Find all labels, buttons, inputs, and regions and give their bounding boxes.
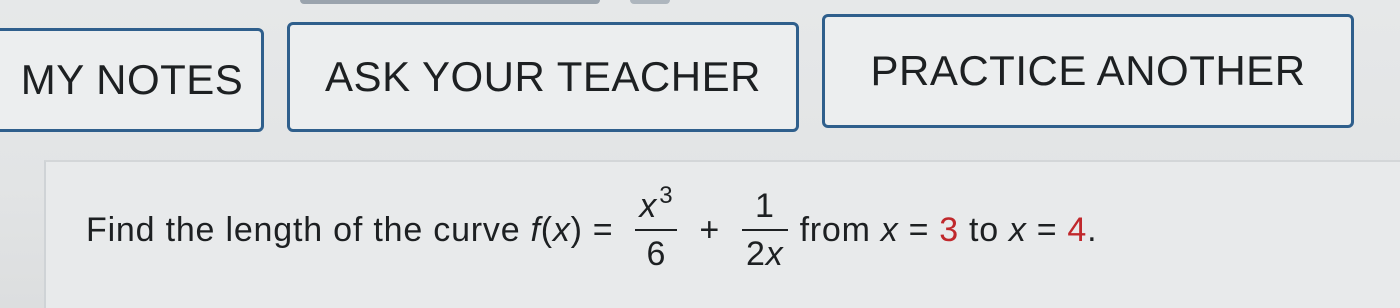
top-edge-strip-secondary [630,0,670,4]
fraction-1-over-2x: 1 2x [742,185,788,276]
to-equals: = [1036,210,1058,249]
from-word: from [799,210,871,249]
equals-sign: = [592,210,614,249]
fraction-bar [742,229,788,231]
numerator-variable: x [639,186,658,225]
question-text: Find the length of the curve f(x) = x3 6… [86,170,1097,290]
function-symbol: f [530,210,541,249]
from-value: 3 [939,210,959,249]
to-value: 4 [1067,210,1088,249]
practice-another-button[interactable]: PRACTICE ANOTHER [822,14,1354,128]
my-notes-label: MY NOTES [20,56,244,103]
open-paren: ( [540,210,553,249]
fraction-denominator: 2x [742,233,788,276]
fraction-numerator: x3 [635,181,677,228]
from-equals: = [908,210,930,249]
from-variable: x [880,210,899,249]
fraction-bar [635,229,678,231]
plus-sign: + [699,210,721,249]
denominator-coefficient: 2 [746,235,766,273]
function-variable: x [552,210,571,249]
page: MY NOTES ASK YOUR TEACHER PRACTICE ANOTH… [0,0,1400,308]
top-edge-strip [300,0,600,4]
fraction-x-cubed-over-6: x3 6 [635,181,678,276]
fraction-denominator: 6 [646,235,667,273]
fraction-numerator: 1 [754,186,775,225]
ask-your-teacher-button[interactable]: ASK YOUR TEACHER [287,22,799,132]
close-paren: ) [570,210,583,249]
practice-another-label: PRACTICE ANOTHER [870,47,1306,94]
function-name: f(x) [530,211,582,250]
to-word: to [968,210,999,249]
numerator-exponent: 3 [659,181,674,209]
ask-your-teacher-label: ASK YOUR TEACHER [325,53,761,100]
denominator-variable: x [765,235,784,273]
question-prefix: Find the length of the curve [86,210,521,249]
period: . [1087,210,1098,249]
my-notes-button[interactable]: MY NOTES [0,28,264,132]
to-variable: x [1008,210,1027,249]
